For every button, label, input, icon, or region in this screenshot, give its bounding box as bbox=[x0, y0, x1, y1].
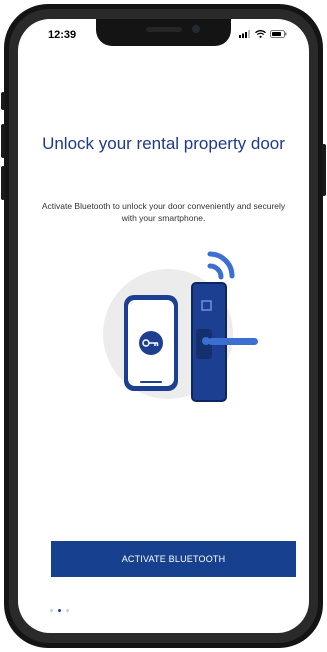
door-lock-icon bbox=[191, 282, 258, 402]
phone-frame: 12:39 Unlock your rental property door A… bbox=[1, 4, 326, 648]
side-button-power bbox=[322, 144, 326, 196]
side-button-volume-down bbox=[1, 166, 5, 200]
pagination-dot[interactable] bbox=[50, 609, 53, 612]
speaker-grille bbox=[146, 27, 182, 32]
bluetooth-unlock-illustration bbox=[103, 251, 258, 402]
status-icons bbox=[239, 30, 287, 38]
status-time: 12:39 bbox=[48, 29, 77, 41]
notch bbox=[96, 19, 231, 46]
wifi-icon bbox=[255, 30, 266, 38]
front-camera bbox=[192, 25, 200, 33]
pagination-dot[interactable] bbox=[66, 609, 69, 612]
page-subtitle: Activate Bluetooth to unlock your door c… bbox=[41, 201, 286, 223]
smartphone-icon bbox=[124, 295, 178, 391]
activate-bluetooth-button[interactable]: ACTIVATE BLUETOOTH bbox=[51, 541, 296, 577]
pagination-dot-active[interactable] bbox=[58, 609, 61, 612]
page-title: Unlock your rental property door bbox=[42, 134, 285, 153]
phone-screen: 12:39 Unlock your rental property door A… bbox=[18, 19, 309, 633]
battery-icon bbox=[270, 30, 287, 38]
side-button-volume-up bbox=[1, 124, 5, 158]
pagination-dots bbox=[50, 609, 69, 612]
bluetooth-waves-icon bbox=[207, 251, 235, 280]
key-icon bbox=[139, 331, 163, 355]
side-button-silent bbox=[1, 92, 5, 110]
signal-icon bbox=[239, 30, 250, 38]
